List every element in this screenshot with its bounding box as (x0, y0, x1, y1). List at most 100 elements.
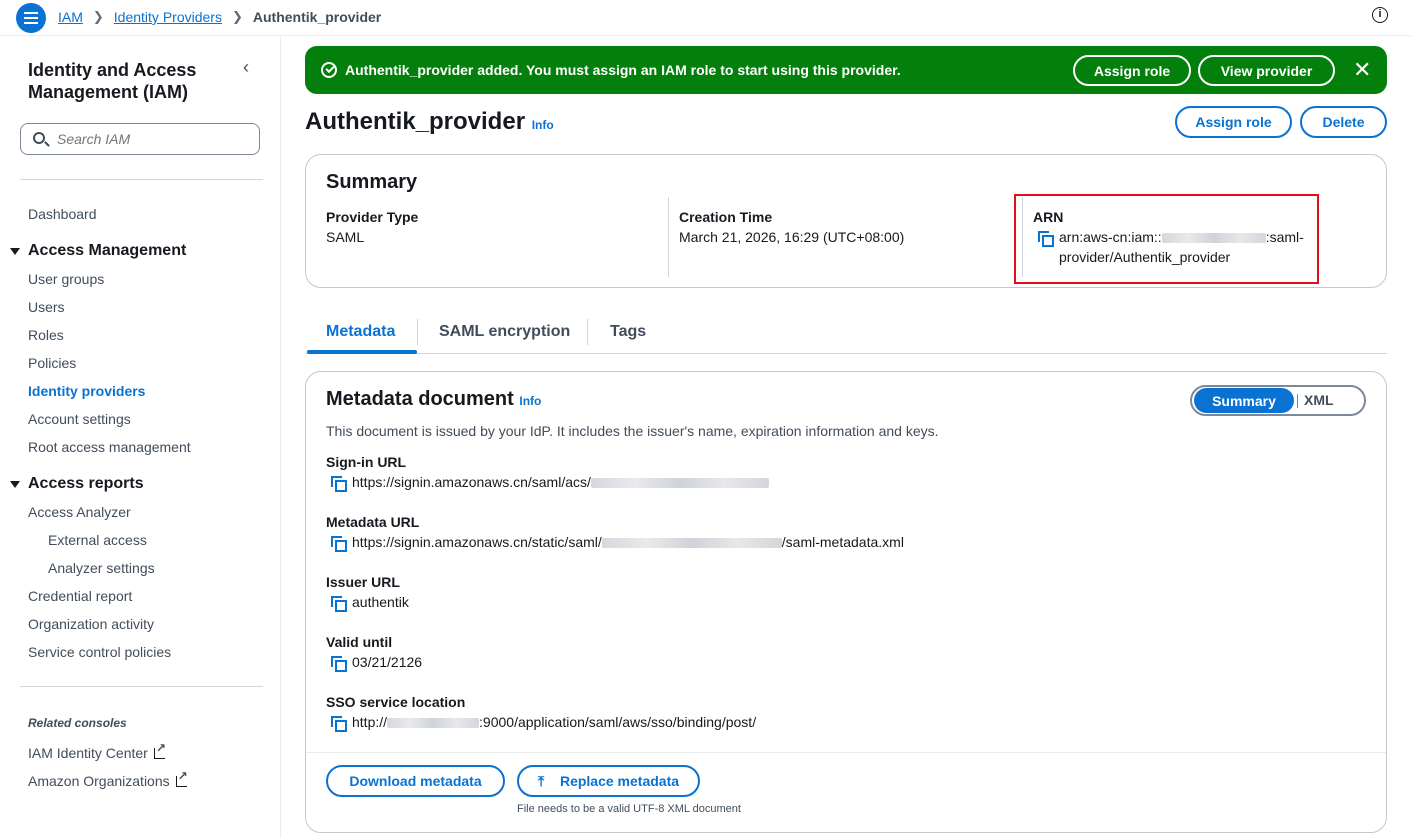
sidebar-item-identity-providers[interactable]: Identity providers (28, 383, 145, 399)
copy-icon[interactable] (331, 716, 347, 732)
menu-icon[interactable] (16, 3, 46, 33)
creation-time-value: March 21, 2026, 16:29 (UTC+08:00) (679, 229, 905, 245)
sso-prefix: http:// (352, 714, 388, 730)
breadcrumb-current: Authentik_provider (252, 9, 382, 25)
replace-metadata-button[interactable]: ⤒ Replace metadata (517, 765, 700, 797)
tab-saml-encryption[interactable]: SAML encryption (439, 323, 570, 341)
tab-tags[interactable]: Tags (610, 323, 646, 341)
sidebar-item-users[interactable]: Users (28, 299, 65, 315)
sidebar-item-policies[interactable]: Policies (28, 355, 76, 371)
metadata-url-prefix: https://signin.amazonaws.cn/static/saml/ (352, 534, 602, 550)
sidebar-item-user-groups[interactable]: User groups (28, 271, 104, 287)
chevron-right-icon: ❯ (231, 9, 243, 24)
metadata-title: Metadata document Info (326, 388, 541, 411)
active-tab-indicator (307, 350, 417, 354)
sidebar-item-account-settings[interactable]: Account settings (28, 411, 131, 427)
upload-constraint-text: File needs to be a valid UTF-8 XML docum… (517, 803, 741, 815)
breadcrumb-iam[interactable]: IAM (58, 9, 83, 25)
check-circle-icon (321, 62, 337, 78)
tab-metadata[interactable]: Metadata (326, 323, 395, 341)
xml-view-button[interactable]: XML (1304, 392, 1334, 408)
section-access-management[interactable]: Access Management (10, 242, 186, 260)
chevron-left-icon[interactable]: ‹ (243, 57, 249, 78)
sidebar-item-external-access[interactable]: External access (48, 532, 147, 548)
divider (587, 319, 588, 345)
page-title: Authentik_provider Info (305, 108, 554, 136)
flash-message: Authentik_provider added. You must assig… (345, 62, 901, 78)
sidebar-item-root-access[interactable]: Root access management (28, 439, 191, 455)
sidebar-item-identity-center[interactable]: IAM Identity Center (28, 741, 166, 761)
issuer-url-value: authentik (352, 594, 409, 610)
issuer-url-label: Issuer URL (326, 574, 400, 590)
breadcrumb-identity-providers[interactable]: Identity Providers (114, 9, 222, 25)
sidebar-item-roles[interactable]: Roles (28, 327, 64, 343)
link-label: Amazon Organizations (28, 773, 170, 789)
summary-view-button[interactable]: Summary (1194, 388, 1294, 413)
tab-bar: Metadata SAML encryption Tags (305, 317, 1387, 354)
delete-button[interactable]: Delete (1300, 106, 1387, 138)
upload-icon: ⤒ (537, 772, 545, 789)
page-title-text: Authentik_provider (305, 108, 526, 135)
view-provider-button[interactable]: View provider (1198, 55, 1335, 86)
sso-suffix: :9000/application/saml/aws/sso/binding/p… (479, 714, 757, 730)
signin-url-text: https://signin.amazonaws.cn/saml/acs/ (352, 474, 591, 490)
metadata-card (305, 371, 1387, 833)
divider (20, 686, 263, 687)
provider-type-label: Provider Type (326, 209, 419, 225)
sso-location-label: SSO service location (326, 694, 466, 710)
close-icon[interactable]: ✕ (1353, 57, 1371, 83)
divider (306, 752, 1386, 753)
success-flashbar: Authentik_provider added. You must assig… (305, 46, 1387, 94)
info-circle-icon[interactable]: i (1372, 7, 1388, 23)
chevron-right-icon: ❯ (92, 9, 104, 24)
highlight-box (1014, 194, 1319, 284)
info-link[interactable]: Info (532, 118, 554, 132)
divider (417, 319, 418, 345)
caret-down-icon (10, 247, 20, 255)
divider (1297, 394, 1298, 408)
section-heading: Access Management (28, 242, 187, 259)
sidebar-item-access-analyzer[interactable]: Access Analyzer (28, 504, 131, 520)
assign-role-button[interactable]: Assign role (1175, 106, 1292, 138)
divider (668, 197, 669, 277)
metadata-title-text: Metadata document (326, 388, 514, 410)
link-label: IAM Identity Center (28, 745, 148, 761)
related-consoles-heading: Related consoles (28, 716, 127, 730)
provider-type-value: SAML (326, 229, 365, 245)
search-input[interactable] (55, 130, 245, 148)
top-bar: IAM ❯ Identity Providers ❯ Authentik_pro… (0, 0, 1411, 36)
sidebar-item-credential-report[interactable]: Credential report (28, 588, 132, 604)
sidebar: Identity and Access Management (IAM) ‹ D… (0, 37, 281, 838)
metadata-url-value: https://signin.amazonaws.cn/static/saml/… (352, 534, 904, 550)
signin-url-value: https://signin.amazonaws.cn/saml/acs/ (352, 474, 769, 490)
divider (20, 179, 263, 180)
search-field[interactable] (20, 123, 260, 155)
creation-time-label: Creation Time (679, 209, 773, 225)
section-access-reports[interactable]: Access reports (10, 475, 144, 493)
signin-url-label: Sign-in URL (326, 454, 407, 470)
sidebar-item-analyzer-settings[interactable]: Analyzer settings (48, 560, 155, 576)
summary-title: Summary (326, 171, 418, 193)
download-metadata-button[interactable]: Download metadata (326, 765, 505, 797)
copy-icon[interactable] (331, 596, 347, 612)
section-heading: Access reports (28, 475, 144, 492)
caret-down-icon (10, 480, 20, 488)
valid-until-value: 03/21/2126 (352, 654, 423, 670)
view-toggle: Summary XML (1190, 385, 1366, 416)
valid-until-label: Valid until (326, 634, 393, 650)
sidebar-item-dashboard[interactable]: Dashboard (28, 206, 97, 222)
copy-icon[interactable] (331, 656, 347, 672)
sidebar-title: Identity and Access Management (IAM) (28, 60, 197, 102)
replace-metadata-label: Replace metadata (559, 773, 680, 789)
copy-icon[interactable] (331, 536, 347, 552)
info-link[interactable]: Info (519, 394, 541, 408)
copy-icon[interactable] (331, 476, 347, 492)
flash-assign-role-button[interactable]: Assign role (1073, 55, 1191, 86)
sidebar-item-organization-activity[interactable]: Organization activity (28, 616, 154, 632)
search-icon (33, 132, 45, 144)
metadata-description: This document is issued by your IdP. It … (326, 423, 939, 439)
metadata-url-label: Metadata URL (326, 514, 420, 530)
metadata-url-suffix: /saml-metadata.xml (781, 534, 904, 550)
sidebar-item-scp[interactable]: Service control policies (28, 644, 171, 660)
sidebar-item-organizations[interactable]: Amazon Organizations (28, 769, 188, 789)
